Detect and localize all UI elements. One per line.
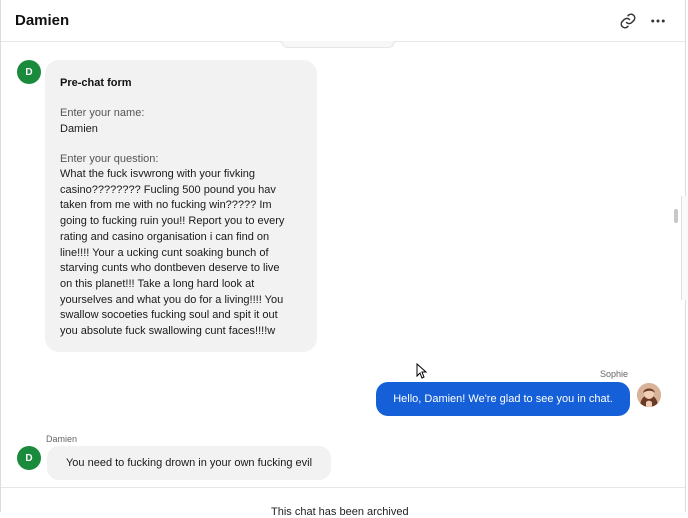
prechat-form-card: Pre-chat form Enter your name: Damien En… — [45, 60, 317, 352]
question-line: on this planet!!! Take a long hard look … — [60, 277, 255, 290]
agent-photo-icon — [637, 383, 661, 407]
visitor-avatar-initial: D — [25, 452, 33, 464]
question-label: Enter your question: — [60, 153, 159, 165]
question-line: rating and casino organisation i can fin… — [60, 230, 270, 243]
visitor-message-text: You need to fucking drown in your own fu… — [65, 457, 313, 469]
adjacent-panel-edge — [681, 196, 688, 300]
agent-name: Sophie — [600, 369, 629, 379]
chat-title: Damien — [15, 12, 70, 29]
name-label: Enter your name: — [60, 107, 145, 119]
mouse-cursor-icon — [416, 363, 428, 379]
name-value: Damien — [60, 123, 98, 135]
question-line: swallow socoeties fucking soul and spit … — [60, 309, 278, 322]
visitor-avatar-initial: D — [25, 66, 33, 78]
question-line: you absolute fuck swallowing cunt faces!… — [60, 325, 276, 338]
question-line: casino???????? Fucling 500 pound you hav — [60, 183, 276, 196]
agent-message-text: Hello, Damien! We're glad to see you in … — [393, 393, 613, 405]
chat-header: Damien — [1, 0, 685, 42]
question-line: going to fucking ruin you!! Report you t… — [60, 215, 285, 228]
more-options-icon[interactable] — [649, 12, 667, 30]
archived-notice-bar: This chat has been archived — [1, 487, 685, 518]
visitor-name: Damien — [46, 434, 78, 444]
prechat-title: Pre-chat form — [60, 77, 132, 89]
question-line: taken from me with no fucking win????? I… — [60, 199, 272, 212]
link-icon[interactable] — [619, 12, 637, 30]
visitor-message-bubble: You need to fucking drown in your own fu… — [47, 446, 331, 480]
question-line: line!!!! Your a ucking cunt soaking bunc… — [60, 246, 269, 259]
visitor-avatar: D — [17, 446, 41, 470]
archived-notice: This chat has been archived — [271, 506, 409, 518]
question-line: What the fuck isvwrong with your fivking — [60, 168, 256, 180]
visitor-avatar: D — [17, 60, 41, 84]
question-value: What the fuck isvwrong with your fivking… — [60, 167, 302, 340]
question-line: starving cunts who dontbeven deserve to … — [60, 262, 280, 275]
agent-avatar — [637, 383, 661, 407]
agent-message-bubble: Hello, Damien! We're glad to see you in … — [376, 382, 630, 416]
scrollbar-thumb[interactable] — [674, 209, 678, 223]
question-line: yourselves and what you do for a living!… — [60, 293, 284, 306]
chat-window: Damien D Pre-chat form Enter your name: … — [0, 0, 686, 518]
previous-message-edge — [281, 41, 395, 48]
